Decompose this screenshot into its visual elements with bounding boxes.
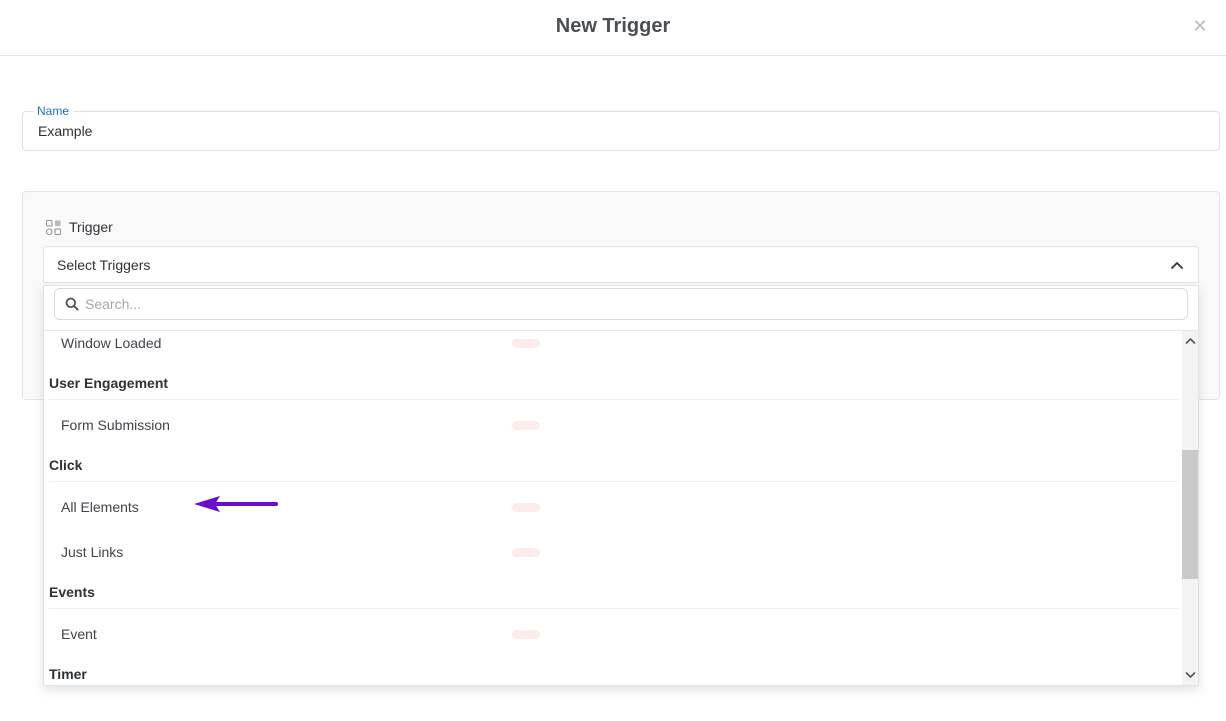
option-badge xyxy=(512,339,540,348)
select-placeholder: Select Triggers xyxy=(57,257,151,273)
scrollbar-thumb[interactable] xyxy=(1182,450,1198,579)
name-input[interactable] xyxy=(38,123,1198,139)
search-input[interactable] xyxy=(85,296,1175,312)
dropdown-search[interactable] xyxy=(54,288,1188,320)
group-events: Events xyxy=(44,584,1182,609)
option-badge xyxy=(512,503,540,512)
option-event[interactable]: Event xyxy=(44,624,1182,664)
search-divider xyxy=(44,330,1198,331)
scroll-up-arrow-icon[interactable] xyxy=(1184,335,1197,347)
option-label: Event xyxy=(61,626,97,642)
close-button[interactable]: ✕ xyxy=(1190,16,1210,36)
option-label: All Elements xyxy=(61,499,139,515)
group-title: Timer xyxy=(49,666,87,682)
option-form-submission[interactable]: Form Submission xyxy=(44,415,1182,455)
group-divider xyxy=(49,481,1179,482)
option-label: Form Submission xyxy=(61,417,170,433)
modal-header: New Trigger ✕ xyxy=(0,0,1226,56)
option-badge xyxy=(512,421,540,430)
scroll-down-arrow-icon[interactable] xyxy=(1184,669,1197,681)
name-field[interactable]: Name xyxy=(22,104,1220,151)
annotation-arrow-icon xyxy=(194,496,278,512)
option-badge xyxy=(512,630,540,639)
option-badge xyxy=(512,548,540,557)
select-triggers[interactable]: Select Triggers xyxy=(43,246,1199,283)
search-icon xyxy=(65,297,79,311)
modal-title: New Trigger xyxy=(555,15,671,37)
close-icon: ✕ xyxy=(1192,16,1208,36)
group-user-engagement: User Engagement xyxy=(44,375,1182,400)
group-title: Click xyxy=(49,457,83,473)
option-label: Window Loaded xyxy=(61,335,162,351)
triggers-dropdown: Window Loaded User Engagement Form Submi… xyxy=(43,285,1199,686)
trigger-heading: Trigger xyxy=(46,218,113,236)
dropdown-scrollbar[interactable] xyxy=(1182,331,1198,685)
grid-icon xyxy=(46,219,61,235)
name-label: Name xyxy=(33,104,74,118)
group-timer: Timer xyxy=(44,666,1182,685)
option-label: Just Links xyxy=(61,544,124,560)
group-divider xyxy=(49,399,1179,400)
option-window-loaded[interactable]: Window Loaded xyxy=(44,333,1182,373)
chevron-up-icon xyxy=(1171,262,1183,269)
group-click: Click xyxy=(44,457,1182,482)
group-title: User Engagement xyxy=(49,375,169,391)
trigger-title: Trigger xyxy=(69,219,113,235)
group-divider xyxy=(49,608,1179,609)
option-just-links[interactable]: Just Links xyxy=(44,542,1182,582)
group-title: Events xyxy=(49,584,95,600)
